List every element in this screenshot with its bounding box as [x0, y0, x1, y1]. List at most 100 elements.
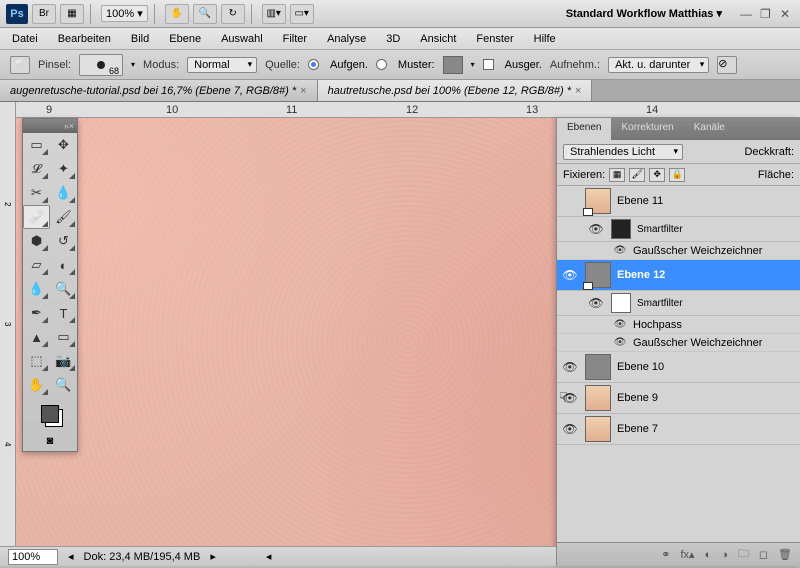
pen-tool[interactable]: ✒: [23, 301, 50, 325]
aligned-checkbox[interactable]: [483, 59, 494, 70]
toolbox-header[interactable]: »×: [23, 119, 77, 133]
vertical-ruler[interactable]: 2 3 4: [0, 102, 16, 566]
menu-ansicht[interactable]: Ansicht: [416, 31, 460, 47]
layer-group-icon[interactable]: 🗀: [738, 545, 749, 564]
pattern-swatch[interactable]: [443, 56, 463, 74]
tab-close-icon[interactable]: ×: [575, 85, 581, 97]
workspace-select[interactable]: Standard Workflow Matthias ▾: [558, 5, 730, 22]
lock-pixels-icon[interactable]: 🖌: [629, 168, 645, 182]
layer-row[interactable]: 👁 Ebene 7: [557, 414, 800, 445]
quick-select-tool[interactable]: ✦: [50, 157, 77, 181]
zoom-tool[interactable]: 🔍: [50, 373, 77, 397]
zoom-level-select[interactable]: 100% ▾: [101, 5, 148, 22]
lock-all-icon[interactable]: 🔒: [669, 168, 685, 182]
layer-thumbnail[interactable]: [585, 385, 611, 411]
menu-filter[interactable]: Filter: [279, 31, 311, 47]
menu-datei[interactable]: Datei: [8, 31, 42, 47]
visibility-toggle[interactable]: 👁: [587, 296, 605, 310]
visibility-toggle[interactable]: 👁: [613, 319, 627, 330]
lock-position-icon[interactable]: ✥: [649, 168, 665, 182]
layer-thumbnail[interactable]: [585, 188, 611, 214]
tab-korrekturen[interactable]: Korrekturen: [611, 118, 683, 140]
layer-row[interactable]: 👁 Ebene 10: [557, 352, 800, 383]
clone-stamp-tool[interactable]: ⬢: [23, 229, 50, 253]
eraser-tool[interactable]: ▱: [23, 253, 50, 277]
link-layers-icon[interactable]: ⚭: [661, 548, 670, 561]
horizontal-ruler[interactable]: 9 10 11 12 13 14: [16, 102, 800, 118]
foreground-color[interactable]: [41, 405, 59, 423]
menu-hilfe[interactable]: Hilfe: [530, 31, 560, 47]
doc-info-chevron-icon[interactable]: ▸: [210, 550, 216, 563]
hand-tool[interactable]: ✋: [23, 373, 50, 397]
scroll-left-icon[interactable]: ◂: [68, 550, 74, 563]
menu-analyse[interactable]: Analyse: [323, 31, 370, 47]
lasso-tool[interactable]: 𝓛: [23, 157, 50, 181]
blend-mode-select[interactable]: Normal: [187, 57, 257, 73]
healing-brush-tool[interactable]: 🩹: [23, 205, 50, 229]
menu-bild[interactable]: Bild: [127, 31, 153, 47]
layer-name[interactable]: Ebene 11: [617, 195, 796, 207]
tab-ebenen[interactable]: Ebenen: [557, 118, 611, 140]
color-swatches[interactable]: [23, 397, 77, 431]
filter-mask-thumbnail[interactable]: [611, 293, 631, 313]
hand-tool-icon[interactable]: ✋: [165, 4, 189, 24]
3d-camera-tool[interactable]: 📷: [50, 349, 77, 373]
adjustment-layer-icon[interactable]: ◑: [721, 549, 728, 561]
healing-brush-preset-icon[interactable]: 🩹: [10, 56, 30, 74]
history-brush-tool[interactable]: ↺: [50, 229, 77, 253]
tab-kanaele[interactable]: Kanäle: [684, 118, 735, 140]
3d-tool[interactable]: ⬚: [23, 349, 50, 373]
layer-thumbnail[interactable]: [585, 262, 611, 288]
layer-name[interactable]: Ebene 9: [617, 392, 796, 404]
type-tool[interactable]: T: [50, 301, 77, 325]
shape-tool[interactable]: ▭: [50, 325, 77, 349]
path-select-tool[interactable]: ▲: [23, 325, 50, 349]
layer-row[interactable]: 👁 Ebene 12: [557, 260, 800, 291]
brush-picker-chevron-icon[interactable]: ▾: [131, 60, 135, 69]
screen-mode-icon[interactable]: ▭▾: [290, 4, 314, 24]
arrange-docs-icon[interactable]: ▥▾: [262, 4, 286, 24]
filter-mask-thumbnail[interactable]: [611, 219, 631, 239]
visibility-toggle[interactable]: 👁: [613, 245, 627, 256]
layer-row[interactable]: 👁 Ebene 9 ☟: [557, 383, 800, 414]
visibility-toggle[interactable]: 👁: [561, 268, 579, 282]
zoom-tool-icon[interactable]: 🔍: [193, 4, 217, 24]
pattern-chevron-icon[interactable]: ▾: [471, 60, 475, 69]
layer-style-icon[interactable]: fx▴: [681, 548, 695, 561]
layer-thumbnail[interactable]: [585, 354, 611, 380]
ignore-adjustment-icon[interactable]: ⊘: [717, 56, 737, 74]
visibility-toggle[interactable]: 👁: [561, 360, 579, 374]
move-tool[interactable]: ✥: [50, 133, 77, 157]
quick-mask-toggle[interactable]: ◙: [23, 431, 77, 451]
document-tab[interactable]: augenretusche-tutorial.psd bei 16,7% (Eb…: [0, 80, 318, 101]
lock-transparency-icon[interactable]: ▦: [609, 168, 625, 182]
visibility-toggle[interactable]: 👁: [587, 222, 605, 236]
delete-layer-icon[interactable]: 🗑: [778, 548, 792, 561]
scroll-left-icon[interactable]: ◂: [266, 550, 272, 563]
layer-name[interactable]: Ebene 7: [617, 423, 796, 435]
mini-bridge-icon[interactable]: ▦: [60, 4, 84, 24]
menu-bearbeiten[interactable]: Bearbeiten: [54, 31, 115, 47]
minimize-button[interactable]: —: [740, 7, 754, 21]
eyedropper-tool[interactable]: 💧: [50, 181, 77, 205]
filter-item[interactable]: 👁 Gaußscher Weichzeichner: [557, 334, 800, 352]
close-button[interactable]: ✕: [780, 7, 794, 21]
smartfilter-row[interactable]: 👁 Smartfilter: [557, 217, 800, 242]
visibility-toggle[interactable]: 👁: [613, 337, 627, 348]
filter-item[interactable]: 👁 Gaußscher Weichzeichner: [557, 242, 800, 260]
source-sampled-radio[interactable]: [308, 59, 319, 70]
marquee-tool[interactable]: ▭: [23, 133, 50, 157]
document-tab[interactable]: hautretusche.psd bei 100% (Ebene 12, RGB…: [318, 80, 593, 101]
gradient-tool[interactable]: ◐: [50, 253, 77, 277]
layer-name[interactable]: Ebene 10: [617, 361, 796, 373]
layer-blend-mode-select[interactable]: Strahlendes Licht: [563, 144, 683, 160]
status-zoom-input[interactable]: 100%: [8, 549, 58, 565]
menu-3d[interactable]: 3D: [382, 31, 404, 47]
layer-row[interactable]: Ebene 11: [557, 186, 800, 217]
layer-mask-icon[interactable]: ◐: [705, 549, 712, 561]
crop-tool[interactable]: ✂: [23, 181, 50, 205]
rotate-view-icon[interactable]: ↻: [221, 4, 245, 24]
blur-tool[interactable]: 💧: [23, 277, 50, 301]
layer-thumbnail[interactable]: [585, 416, 611, 442]
new-layer-icon[interactable]: ◻: [759, 548, 768, 561]
